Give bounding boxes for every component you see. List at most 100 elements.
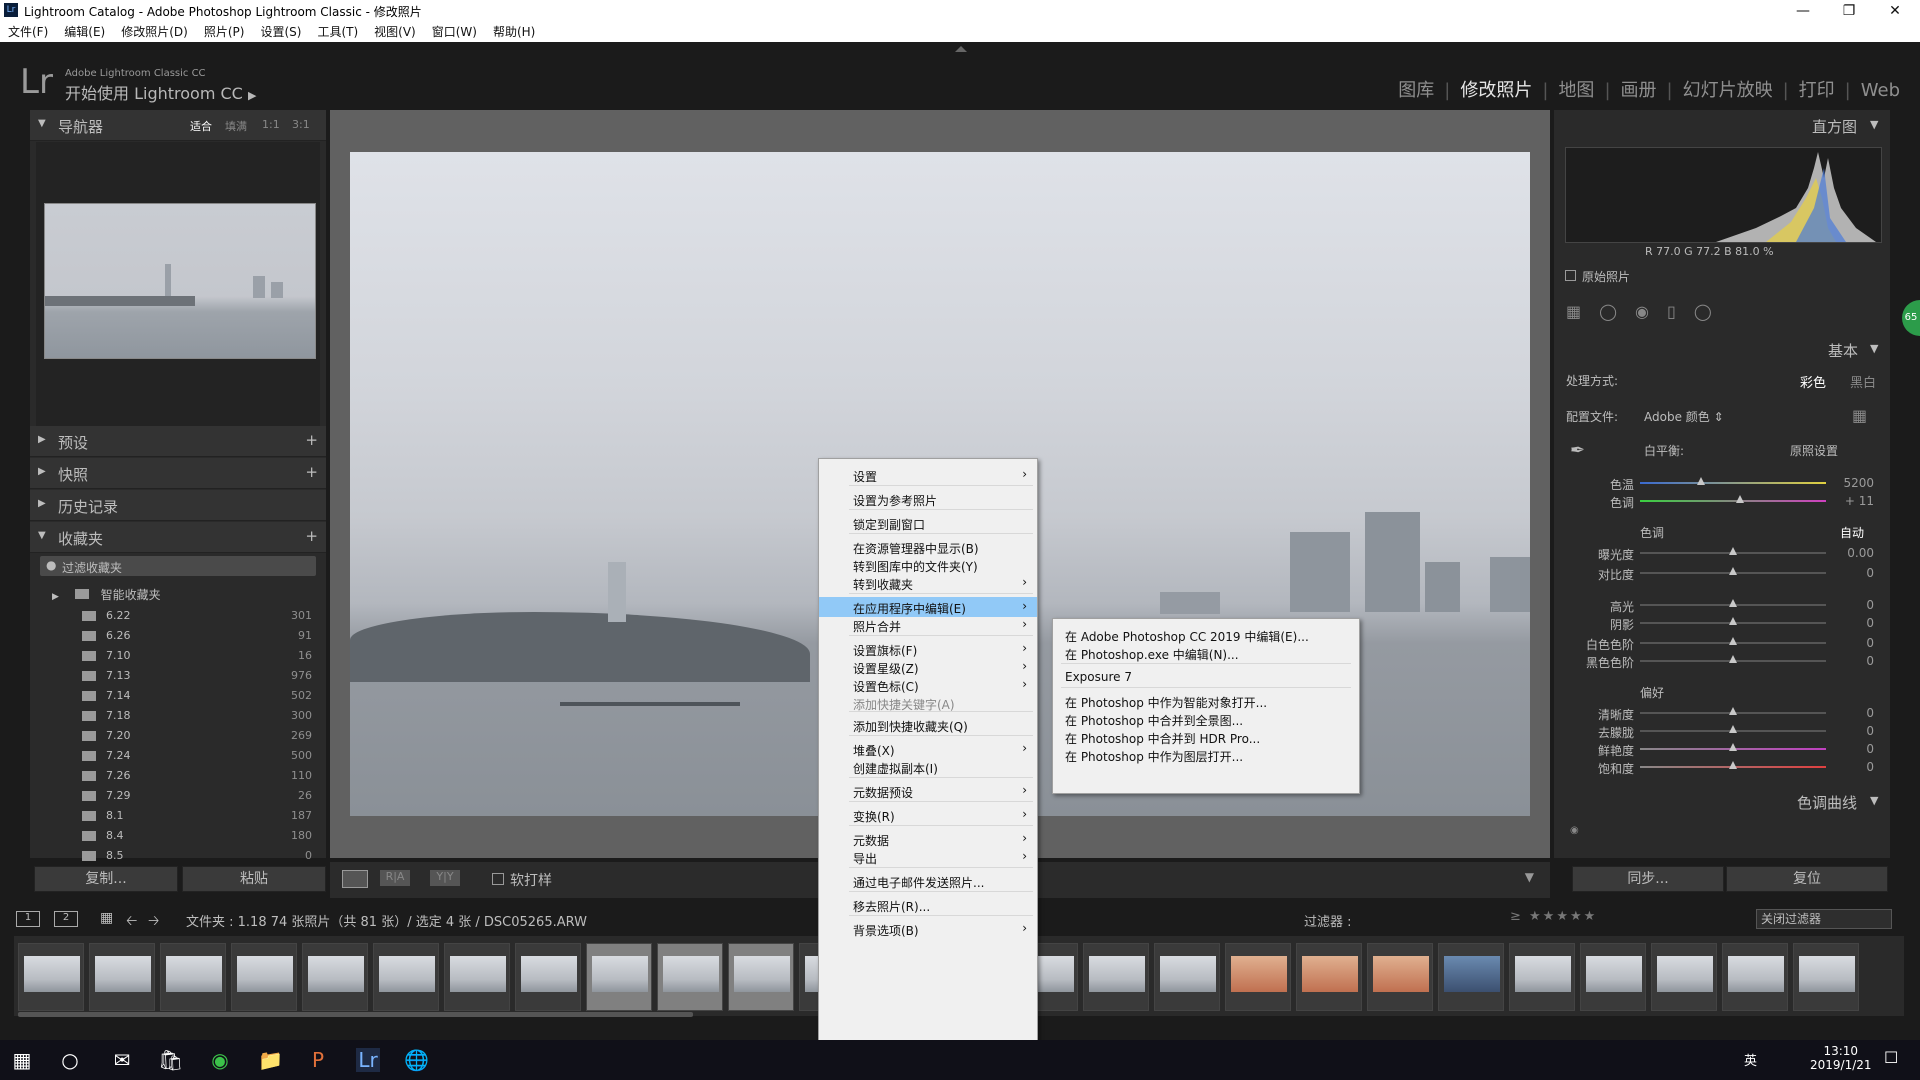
collection-item[interactable]: 7.18 300 [30,706,326,726]
context-menu-item[interactable]: 转到收藏夹 › [819,573,1037,593]
back-arrow-icon[interactable]: 🡠 [126,910,137,934]
module-print[interactable]: 打印 [1799,80,1835,101]
menu-view[interactable]: 视图(V) [374,22,416,42]
slider-row[interactable]: 阴影 0 [1564,614,1884,632]
filmstrip-thumbnail[interactable] [1509,943,1575,1011]
context-menu-item[interactable]: 添加到快捷收藏夹(Q) [819,715,1037,735]
menu-settings[interactable]: 设置(S) [260,22,301,42]
loupe-view-icon[interactable] [342,870,368,888]
collapse-triangle-icon[interactable]: ▼ [1870,342,1878,355]
forward-arrow-icon[interactable]: 🡢 [148,910,159,934]
slider-row[interactable]: 色温 5200 [1564,474,1884,492]
menu-photo[interactable]: 照片(P) [204,22,245,42]
collection-item[interactable]: 8.4 180 [30,826,326,846]
filmstrip-scrollbar[interactable] [18,1012,693,1017]
filmstrip-thumbnail[interactable] [1722,943,1788,1011]
slider-value[interactable]: 5200 [1843,476,1874,490]
slider-row[interactable]: 高光 0 [1564,596,1884,614]
slider-knob[interactable] [1729,707,1737,715]
filmstrip-thumbnail[interactable] [373,943,439,1011]
context-menu-item[interactable]: 背景选项(B) › [819,919,1037,939]
profile-dropdown[interactable]: Adobe 颜色 ⇕ [1644,408,1724,425]
context-menu-item[interactable]: 通过电子邮件发送照片... [819,871,1037,891]
submenu-item[interactable]: 在 Adobe Photoshop CC 2019 中编辑(E)... [1053,625,1359,645]
folder-info[interactable]: 文件夹 : 1.18 74 张照片（共 81 张）/ 选定 4 张 / DSC0… [186,911,587,930]
collapse-triangle-icon[interactable]: ▼ [1870,794,1878,807]
filmstrip-thumbnail[interactable] [89,943,155,1011]
lightroom-taskbar-icon[interactable]: Lr [356,1048,380,1072]
treatment-color[interactable]: 彩色 [1800,372,1826,391]
context-menu-item[interactable]: 在资源管理器中显示(B) [819,537,1037,557]
slider-row[interactable]: 清晰度 0 [1564,704,1884,722]
collection-item[interactable]: 7.10 16 [30,646,326,666]
filmstrip-thumbnail[interactable] [1580,943,1646,1011]
collection-item[interactable]: 7.26 110 [30,766,326,786]
mail-icon[interactable]: ✉ [110,1048,134,1072]
filmstrip-thumbnail[interactable] [1225,943,1291,1011]
collection-item[interactable]: 7.29 26 [30,786,326,806]
menu-window[interactable]: 窗口(W) [432,22,477,42]
module-slideshow[interactable]: 幻灯片放映 [1683,80,1773,101]
filmstrip-thumbnail[interactable] [728,943,794,1011]
module-web[interactable]: Web [1861,80,1900,101]
red-eye-icon[interactable]: ◉ [1635,302,1667,321]
slider-track[interactable] [1640,482,1826,484]
collapse-triangle-icon[interactable]: ▼ [1870,118,1878,131]
slider-row[interactable]: 曝光度 0.00 [1564,544,1884,562]
softproof-checkbox[interactable] [492,873,504,885]
notification-icon[interactable]: ☐ [1884,1048,1898,1067]
zoom-3-1[interactable]: 3:1 [292,118,310,131]
toolbar-menu-chevron-icon[interactable]: ▼ [1525,870,1534,884]
slider-knob[interactable] [1729,617,1737,625]
filter-dropdown[interactable]: 关闭过滤器 [1756,909,1892,929]
before-after-swap-icon[interactable]: Y|Y [430,870,460,886]
submenu-item[interactable]: 在 Photoshop 中作为图层打开... [1053,745,1359,765]
slider-value[interactable]: 0 [1866,742,1874,756]
context-menu-item[interactable]: 元数据预设 › [819,781,1037,801]
ime-indicator[interactable]: 英 [1744,1050,1757,1069]
white-balance-selector-icon[interactable]: ✒ [1570,440,1585,461]
filmstrip-thumbnail[interactable] [1651,943,1717,1011]
collection-item[interactable]: 7.14 502 [30,686,326,706]
collection-item[interactable]: 7.20 269 [30,726,326,746]
filmstrip-thumbnail[interactable] [231,943,297,1011]
slider-value[interactable]: 0 [1866,566,1874,580]
menu-edit[interactable]: 编辑(E) [64,22,105,42]
filmstrip-thumbnail[interactable] [444,943,510,1011]
context-menu-item[interactable]: 锁定到副窗口 [819,513,1037,533]
add-snapshot-icon[interactable]: + [305,463,318,481]
browser-icon[interactable]: ◉ [208,1048,232,1072]
submenu-item[interactable]: Exposure 7 [1053,667,1359,687]
slider-value[interactable]: 0 [1866,598,1874,612]
smart-collections-item[interactable]: ▶ 智能收藏夹 [52,586,161,603]
auto-tone-button[interactable]: 自动 [1840,524,1864,541]
basic-title[interactable]: 基本 [1828,340,1858,361]
globe-icon[interactable]: 🌐 [404,1048,429,1072]
slider-row[interactable]: 去朦胧 0 [1564,722,1884,740]
module-map[interactable]: 地图 [1558,80,1594,101]
slider-knob[interactable] [1697,477,1706,485]
context-menu-item[interactable]: 设置星级(Z) › [819,657,1037,677]
slider-knob[interactable] [1729,761,1737,769]
context-menu-item[interactable]: 设置旗标(F) › [819,639,1037,659]
menu-help[interactable]: 帮助(H) [493,22,535,42]
slider-row[interactable]: 色调 + 11 [1564,492,1884,510]
minimize-button[interactable]: — [1780,1,1826,21]
zoom-fill[interactable]: 填满 [225,118,247,134]
presets-header[interactable]: ▶ 预设 + [30,426,326,457]
crop-icon[interactable]: ▦ [1566,302,1599,321]
maximize-button[interactable]: ❐ [1826,1,1872,21]
context-menu-item[interactable]: 在应用程序中编辑(E) › [819,597,1037,617]
context-menu-item[interactable]: 变换(R) › [819,805,1037,825]
rating-filter-stars[interactable]: ≥ ★★★★★ [1510,909,1597,924]
add-preset-icon[interactable]: + [305,431,318,449]
navigator-thumbnail[interactable] [44,203,316,359]
slider-value[interactable]: 0 [1866,636,1874,650]
menu-develop[interactable]: 修改照片(D) [121,22,188,42]
slider-value[interactable]: 0.00 [1847,546,1874,560]
submenu-item[interactable]: 在 Photoshop 中合并到 HDR Pro... [1053,727,1359,747]
history-header[interactable]: ▶ 历史记录 [30,490,326,521]
collection-item[interactable]: 8.5 0 [30,846,326,866]
get-started-link[interactable]: 开始使用 Lightroom CC ▶ [65,80,256,104]
context-menu-item[interactable]: 移去照片(R)... [819,895,1037,915]
